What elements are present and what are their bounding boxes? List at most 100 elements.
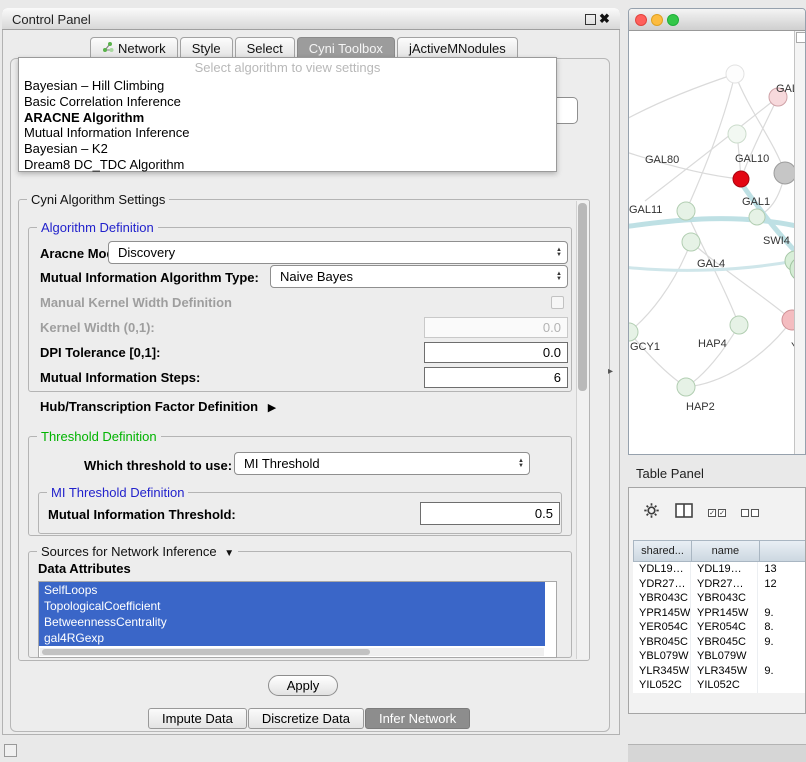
sources-toggle[interactable]: Sources for Network Inference ▼ xyxy=(37,544,238,561)
mi-threshold-label: Mutual Information Threshold: xyxy=(48,507,236,522)
mi-steps-input[interactable] xyxy=(424,367,568,388)
table-row[interactable]: YLR345WYLR345W9. xyxy=(633,664,806,679)
scrollbar-button[interactable] xyxy=(796,32,806,43)
apply-button[interactable]: Apply xyxy=(268,675,338,696)
menu-item[interactable]: Bayesian – K2 xyxy=(19,141,556,157)
node-label: HAP2 xyxy=(686,401,715,413)
node-label: GCY1 xyxy=(630,341,660,353)
which-threshold-combo[interactable]: MI Threshold ▲▼ xyxy=(234,452,530,475)
select-all-checked-icon[interactable]: ✓✓ xyxy=(708,509,726,517)
list-item[interactable]: TopologicalCoefficient xyxy=(39,598,545,614)
manual-kernel-checkbox[interactable] xyxy=(551,296,564,309)
network-node-green[interactable] xyxy=(677,202,695,220)
node-label: GAL xyxy=(776,83,795,95)
window-title: Control Panel xyxy=(12,12,91,27)
column-header[interactable]: shared... xyxy=(633,540,692,562)
background-window-strip xyxy=(628,744,806,762)
close-traffic-light[interactable] xyxy=(635,14,647,26)
column-header[interactable] xyxy=(759,540,806,562)
network-tab-icon xyxy=(102,41,114,56)
table-row[interactable]: YDR27…YDR27…12 xyxy=(633,577,806,592)
close-icon[interactable]: ✖ xyxy=(599,11,610,27)
zoom-traffic-light[interactable] xyxy=(667,14,679,26)
dropdown-placeholder: Select algorithm to view settings xyxy=(19,58,556,78)
minimized-panel-icon[interactable] xyxy=(4,744,17,757)
table-row[interactable]: YPR145WYPR145W9. xyxy=(633,606,806,621)
tab-infer-network[interactable]: Infer Network xyxy=(365,708,470,729)
float-window-icon[interactable] xyxy=(585,14,596,25)
node-label: HAP4 xyxy=(698,338,727,350)
node-label: SWI4 xyxy=(763,235,790,247)
columns-icon[interactable] xyxy=(675,503,693,523)
attributes-hscrollbar[interactable] xyxy=(40,648,544,656)
mi-threshold-input[interactable] xyxy=(420,502,560,525)
control-panel-tabs: Network Style Select Cyni Toolbox jActiv… xyxy=(90,37,520,58)
menu-item[interactable]: Basic Correlation Inference xyxy=(19,94,556,110)
menu-item[interactable]: Dream8 DC_TDC Algorithm xyxy=(19,157,556,173)
tab-style[interactable]: Style xyxy=(180,37,233,59)
chevron-updown-icon: ▲▼ xyxy=(556,248,562,258)
table-row[interactable]: YER054CYER054C8. xyxy=(633,620,806,635)
minimize-traffic-light[interactable] xyxy=(651,14,663,26)
tab-label: Network xyxy=(118,41,166,56)
aracne-mode-combo[interactable]: Discovery ▲▼ xyxy=(108,241,568,264)
tab-select[interactable]: Select xyxy=(235,37,295,59)
tab-network[interactable]: Network xyxy=(90,37,178,59)
network-node-green[interactable] xyxy=(682,233,700,251)
menu-item-selected[interactable]: ARACNE Algorithm xyxy=(19,110,556,126)
table-panel-window: ✓✓ shared... name YDL19…YDL19…13 YDR27…Y… xyxy=(628,487,806,714)
select-none-icon[interactable] xyxy=(741,509,759,517)
gear-icon[interactable] xyxy=(643,502,660,524)
network-node-gray[interactable] xyxy=(774,162,795,184)
control-panel-titlebar[interactable] xyxy=(2,8,620,30)
list-item[interactable]: BetweennessCentrality xyxy=(39,614,545,630)
mi-algorithm-type-combo[interactable]: Naive Bayes ▲▼ xyxy=(270,265,568,288)
network-vertical-scrollbar[interactable] xyxy=(794,31,805,455)
node-label: GAL10 xyxy=(735,153,769,165)
algorithm-combo-fragment[interactable] xyxy=(557,97,578,124)
column-header[interactable]: name xyxy=(691,540,760,562)
group-title: Threshold Definition xyxy=(37,429,161,444)
chevron-updown-icon: ▲▼ xyxy=(556,272,562,282)
highlighted-edges xyxy=(629,183,795,263)
desktop: Control Panel ✖ Network Style Select Cyn… xyxy=(0,0,806,762)
network-node[interactable] xyxy=(726,65,744,83)
group-title: Algorithm Definition xyxy=(37,220,158,235)
table-row[interactable]: YBR045CYBR045C9. xyxy=(633,635,806,650)
mi-steps-label: Mutual Information Steps: xyxy=(40,370,200,385)
tab-discretize-data[interactable]: Discretize Data xyxy=(248,708,364,729)
list-item[interactable]: SelfLoops xyxy=(39,582,545,598)
group-title: MI Threshold Definition xyxy=(47,485,188,500)
table-header: shared... name xyxy=(633,540,806,562)
which-threshold-label: Which threshold to use: xyxy=(84,458,232,473)
kernel-width-input[interactable] xyxy=(424,317,568,338)
node-label: GAL80 xyxy=(645,154,679,166)
node-label: GAL11 xyxy=(629,204,662,216)
network-window-titlebar[interactable] xyxy=(629,9,805,31)
network-node-green[interactable] xyxy=(730,316,748,334)
chevron-updown-icon: ▲▼ xyxy=(518,459,524,469)
network-node-green[interactable] xyxy=(749,209,765,225)
menu-item[interactable]: Bayesian – Hill Climbing xyxy=(19,78,556,94)
settings-scrollbar-thumb[interactable] xyxy=(578,203,587,391)
table-row[interactable]: YDL19…YDL19…13 xyxy=(633,562,806,577)
network-node-green[interactable] xyxy=(677,378,695,396)
list-item[interactable]: gal4RGexp xyxy=(39,630,545,646)
attributes-hscrollbar-thumb[interactable] xyxy=(42,649,370,655)
network-node[interactable] xyxy=(728,125,746,143)
tab-impute-data[interactable]: Impute Data xyxy=(148,708,247,729)
table-row[interactable]: YBR043CYBR043C xyxy=(633,591,806,606)
menu-item[interactable]: Mutual Information Inference xyxy=(19,125,556,141)
hub-definition-toggle[interactable]: Hub/Transcription Factor Definition ▶ xyxy=(40,399,276,414)
network-canvas[interactable]: GAL GAL80 GAL10 GAL11 GAL1 SWI4 GAL4 GCY… xyxy=(629,31,795,455)
panel-splitter-handle[interactable]: ▸ xyxy=(608,366,613,377)
tab-cyni-toolbox[interactable]: Cyni Toolbox xyxy=(297,37,395,59)
bottom-tabs: Impute Data Discretize Data Infer Networ… xyxy=(148,708,471,729)
combo-value: Discovery xyxy=(118,245,175,260)
network-node-red[interactable] xyxy=(733,171,749,187)
kernel-width-label: Kernel Width (0,1): xyxy=(40,320,155,335)
table-row[interactable]: YBL079WYBL079W xyxy=(633,649,806,664)
dpi-tolerance-input[interactable] xyxy=(424,342,568,363)
table-row[interactable]: YIL052CYIL052C xyxy=(633,678,806,693)
tab-jactivemnodules[interactable]: jActiveMNodules xyxy=(397,37,518,59)
